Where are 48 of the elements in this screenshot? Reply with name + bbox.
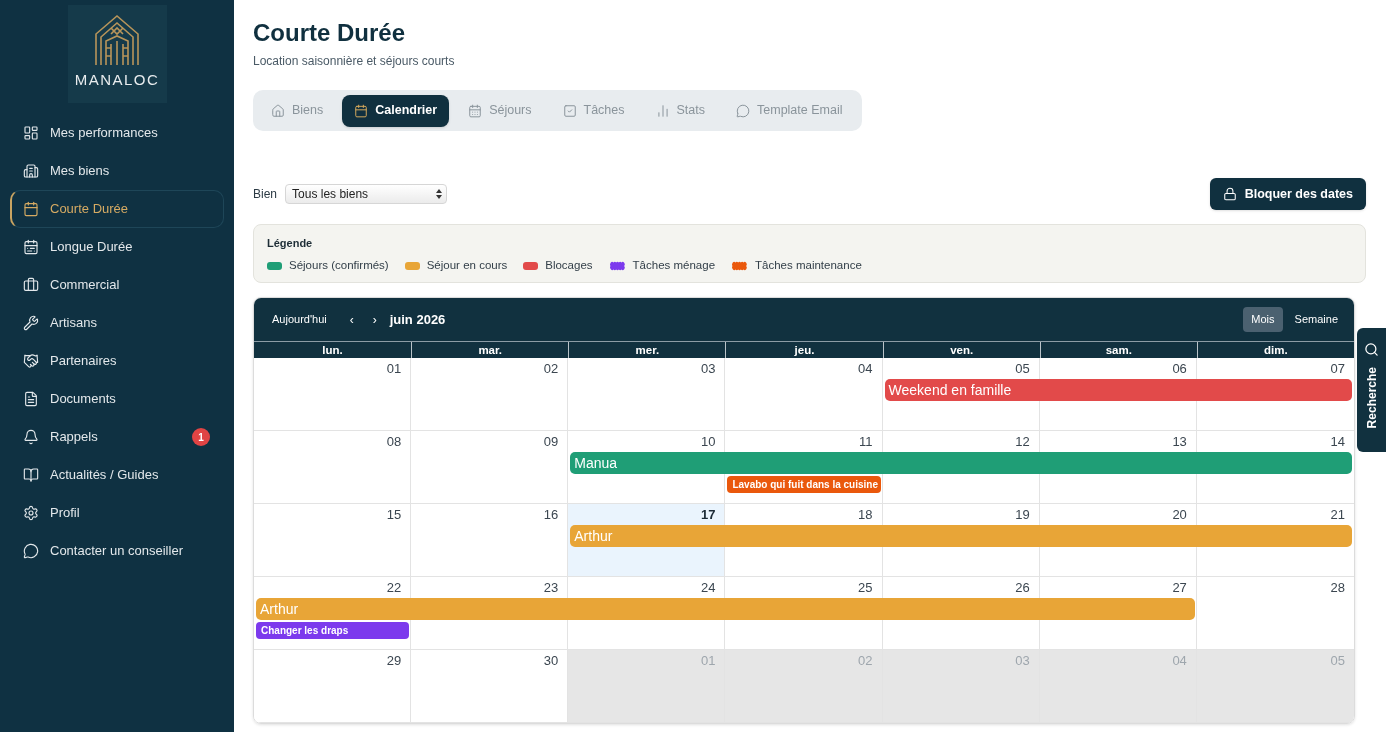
day-number: 26 (1015, 579, 1030, 597)
day-number: 10 (700, 433, 716, 451)
day-number: 05 (1330, 652, 1345, 670)
day-number: 11 (859, 433, 873, 451)
page-title: Courte Durée (253, 18, 407, 48)
day-number: 03 (700, 360, 716, 378)
day-number: 17 (700, 506, 716, 524)
day-number: 04 (858, 360, 873, 378)
day-number: 22 (386, 579, 402, 597)
day-number: 06 (1172, 360, 1187, 378)
notification-badge: 1 (192, 428, 210, 446)
day-number: 02 (543, 360, 559, 378)
logo-text: MANALOC (74, 71, 160, 89)
day-number: 24 (700, 579, 716, 597)
day-number: 28 (1330, 579, 1345, 597)
weekday-header: lun. (321, 343, 344, 358)
day-number: 29 (386, 652, 402, 670)
day-number: 15 (386, 506, 402, 524)
page-subtitle: Location saisonnière et séjours courts (253, 53, 456, 69)
legend-label: Séjours (confirmés) (289, 258, 389, 273)
day-number: 30 (543, 652, 559, 670)
month-title: juin 2026 (389, 310, 446, 329)
day-number: 18 (858, 506, 873, 524)
day-number: 27 (1172, 579, 1187, 597)
day-number: 20 (1172, 506, 1187, 524)
day-number: 13 (1172, 433, 1187, 451)
day-number: 12 (1015, 433, 1030, 451)
filter-label: Bien (253, 186, 278, 203)
legend-title: Légende (267, 236, 314, 251)
legend-label: Blocages (545, 258, 593, 273)
day-number: 01 (700, 652, 716, 670)
day-number: 25 (858, 579, 873, 597)
day-number: 14 (1330, 433, 1345, 451)
day-number: 21 (1330, 506, 1345, 524)
day-number: 03 (1015, 652, 1030, 670)
day-number: 05 (1015, 360, 1030, 378)
day-number: 23 (543, 579, 559, 597)
day-number: 09 (543, 433, 559, 451)
legend-label: Tâches maintenance (755, 258, 862, 273)
day-number: 19 (1015, 506, 1030, 524)
day-number: 04 (1172, 652, 1187, 670)
day-number: 08 (386, 433, 402, 451)
legend-label: Tâches ménage (632, 258, 716, 273)
day-number: 01 (386, 360, 402, 378)
day-number: 02 (858, 652, 873, 670)
legend-label: Séjour en cours (426, 258, 508, 273)
day-number: 07 (1330, 360, 1345, 378)
day-number: 16 (543, 506, 559, 524)
